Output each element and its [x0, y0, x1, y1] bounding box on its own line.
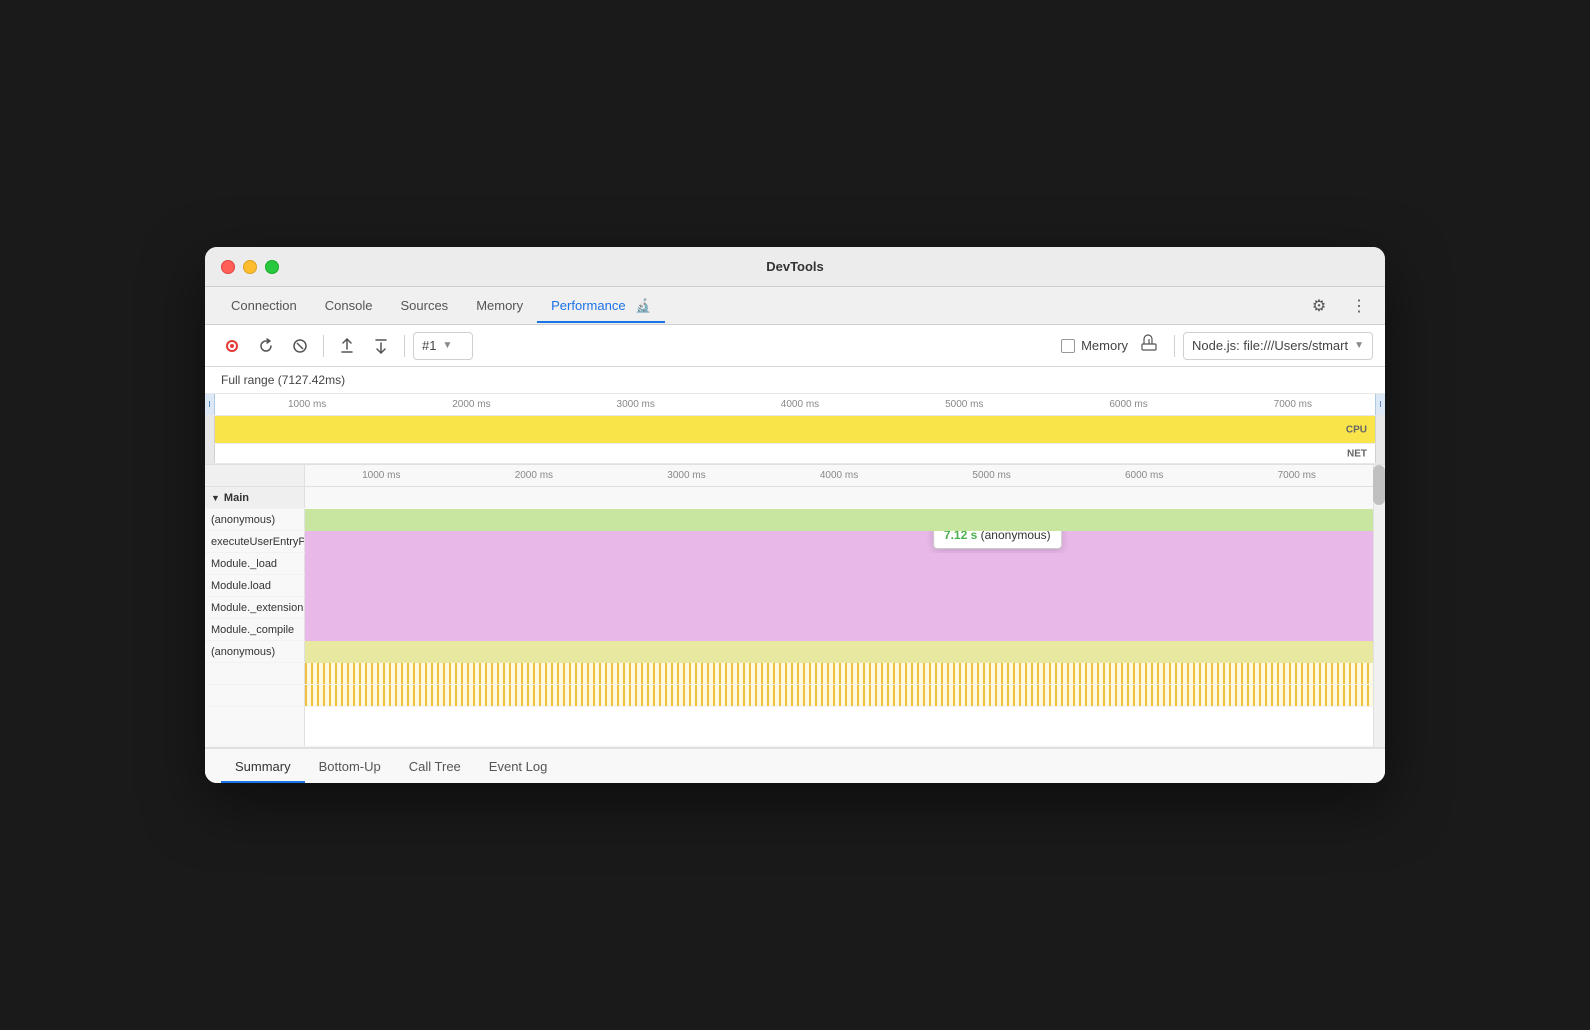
btab-call-tree[interactable]: Call Tree: [395, 749, 475, 783]
download-button[interactable]: [366, 331, 396, 361]
tabs-right: ⚙ ⋮: [1305, 292, 1373, 320]
bottom-tabs-bar: Summary Bottom-Up Call Tree Event Log: [205, 747, 1385, 783]
flame-row-4: Module._extensions..js: [205, 597, 1385, 619]
maximize-button[interactable]: [265, 260, 279, 274]
btab-event-log[interactable]: Event Log: [475, 749, 562, 783]
flame-row-0: (anonymous): [205, 509, 1385, 531]
divider-1: [323, 335, 324, 357]
tab-performance[interactable]: Performance 🔬: [537, 290, 665, 322]
memory-checkbox-container[interactable]: Memory: [1061, 338, 1128, 353]
flame-row-2: Module._load: [205, 553, 1385, 575]
node-selector[interactable]: Node.js: file:///Users/stmart ▼: [1183, 332, 1373, 360]
toolbar: #1 ▼ Memory Node.js: file:///Users/stmar…: [205, 325, 1385, 367]
record-button[interactable]: [217, 331, 247, 361]
flame-row-5: Module._compile: [205, 619, 1385, 641]
flame-section-main: ▼ Main: [205, 487, 1385, 509]
flame-chart-area: 1000 ms 2000 ms 3000 ms 4000 ms 5000 ms …: [205, 465, 1385, 747]
node-chevron-icon: ▼: [1354, 340, 1364, 351]
dense-bars-row-2: [205, 685, 1385, 707]
download-icon: [373, 338, 389, 354]
upload-button[interactable]: [332, 331, 362, 361]
devtools-window: DevTools Connection Console Sources Memo…: [205, 247, 1385, 783]
cleanup-icon[interactable]: [1140, 334, 1158, 357]
divider-3: [1174, 335, 1175, 357]
left-nav-indicator: I: [205, 394, 215, 415]
memory-checkbox[interactable]: [1061, 339, 1075, 353]
tabs-bar: Connection Console Sources Memory Perfor…: [205, 287, 1385, 325]
minimize-button[interactable]: [243, 260, 257, 274]
reload-button[interactable]: [251, 331, 281, 361]
btab-summary[interactable]: Summary: [221, 749, 305, 783]
flame-tooltip: 7.12 s (anonymous): [933, 531, 1062, 549]
tab-connection[interactable]: Connection: [217, 290, 311, 321]
empty-row: [205, 707, 1385, 747]
flame-row-3: Module.load: [205, 575, 1385, 597]
traffic-lights: [221, 260, 279, 274]
flame-row-1: executeUserEntryPoint 7.12 s (anonymous): [205, 531, 1385, 553]
content-area: Full range (7127.42ms) I 1000 ms 2000 ms…: [205, 367, 1385, 783]
cpu-bar-row: CPU: [205, 416, 1385, 444]
ruler-main: 1000 ms 2000 ms 3000 ms 4000 ms 5000 ms …: [205, 465, 1385, 487]
tab-memory[interactable]: Memory: [462, 290, 537, 321]
profile-selector[interactable]: #1 ▼: [413, 332, 473, 360]
btab-bottom-up[interactable]: Bottom-Up: [305, 749, 395, 783]
window-title: DevTools: [766, 259, 824, 274]
chevron-down-icon: ▼: [442, 340, 452, 351]
vertical-scrollbar[interactable]: [1373, 465, 1385, 747]
full-range-bar: Full range (7127.42ms): [205, 367, 1385, 394]
upload-icon: [339, 338, 355, 354]
scrollbar-thumb[interactable]: [1373, 465, 1385, 505]
flame-row-6: (anonymous): [205, 641, 1385, 663]
settings-button[interactable]: ⚙: [1305, 292, 1333, 320]
reload-icon: [258, 338, 274, 354]
record-icon: [224, 338, 240, 354]
tab-console[interactable]: Console: [311, 290, 387, 321]
titlebar: DevTools: [205, 247, 1385, 287]
clear-button[interactable]: [285, 331, 315, 361]
clear-icon: [292, 338, 308, 354]
right-nav-indicator: I: [1375, 394, 1385, 415]
tab-sources[interactable]: Sources: [386, 290, 462, 321]
net-bar-row: NET: [205, 444, 1385, 464]
performance-icon: 🔬: [635, 298, 651, 313]
more-menu-button[interactable]: ⋮: [1345, 292, 1373, 320]
ruler-top: 1000 ms 2000 ms 3000 ms 4000 ms 5000 ms …: [215, 399, 1375, 410]
expand-arrow[interactable]: ▼: [211, 493, 220, 503]
close-button[interactable]: [221, 260, 235, 274]
divider-2: [404, 335, 405, 357]
dense-bars-row-1: [205, 663, 1385, 685]
